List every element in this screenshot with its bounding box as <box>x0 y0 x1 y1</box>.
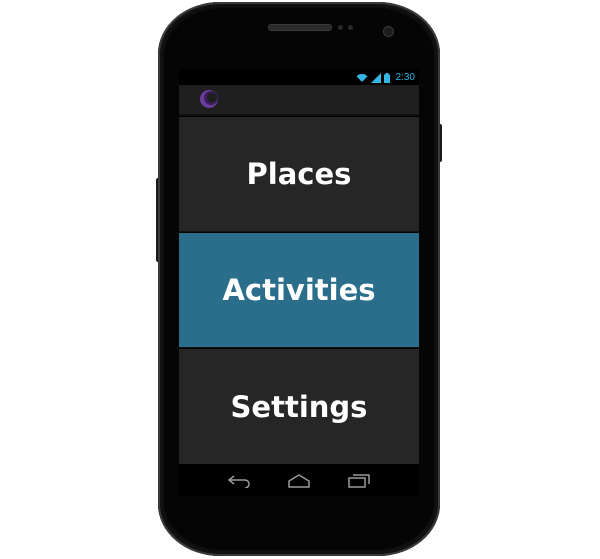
menu-item-label: Settings <box>230 389 368 424</box>
back-icon[interactable] <box>224 471 254 491</box>
menu-item-settings[interactable]: Settings <box>179 349 419 464</box>
status-bar: 2:30 <box>179 69 419 85</box>
navigation-bar <box>179 465 419 496</box>
front-camera <box>383 26 394 37</box>
action-bar <box>179 85 419 116</box>
menu-item-activities[interactable]: Activities <box>179 233 419 348</box>
app-screenshot: 2:30 Places Activities Settings <box>0 0 600 559</box>
menu-item-label: Places <box>246 157 352 191</box>
proximity-sensor <box>338 25 343 30</box>
earpiece-speaker <box>268 24 332 31</box>
main-menu: Places Activities Settings <box>179 117 419 465</box>
light-sensor <box>348 25 353 30</box>
menu-item-places[interactable]: Places <box>179 117 419 232</box>
phone-screen: 2:30 Places Activities Settings <box>179 69 419 496</box>
signal-icon <box>370 69 381 87</box>
status-time: 2:30 <box>395 71 415 83</box>
home-icon[interactable] <box>284 471 314 491</box>
battery-icon <box>383 69 390 87</box>
wifi-icon <box>356 69 368 87</box>
recent-apps-icon[interactable] <box>344 471 374 491</box>
app-logo-icon[interactable] <box>199 89 219 109</box>
menu-item-label: Activities <box>222 273 376 307</box>
